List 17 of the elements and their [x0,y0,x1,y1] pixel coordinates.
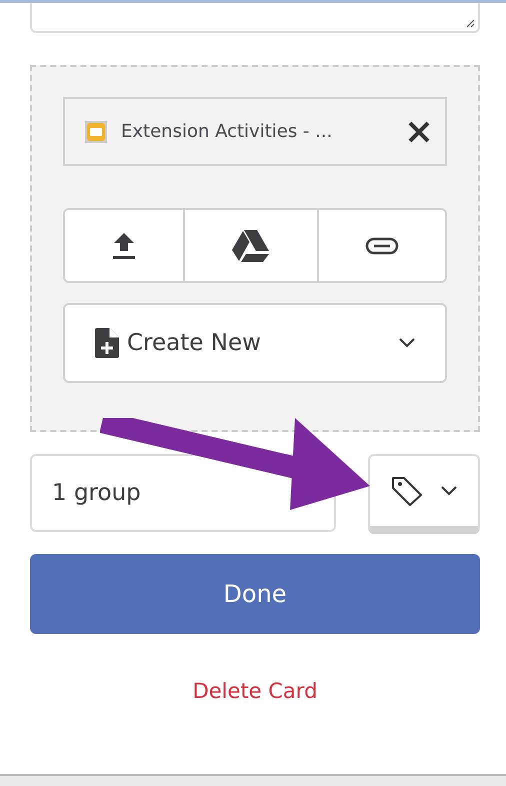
attachment-title: Extension Activities - ... [121,121,334,142]
new-file-icon [95,328,119,358]
text-area-field[interactable] [30,3,480,33]
upload-icon [112,230,136,260]
create-new-dropdown[interactable]: Create New [63,303,447,383]
resize-grip-icon[interactable] [465,18,475,28]
chevron-down-icon [441,486,457,496]
drive-icon [232,230,270,262]
slides-file-icon [85,120,107,142]
done-button[interactable]: Done [30,554,480,634]
tag-icon [391,476,423,506]
delete-card-link[interactable]: Delete Card [192,679,318,703]
link-icon [365,236,399,254]
tag-dropdown-button[interactable] [368,454,480,534]
upload-button[interactable] [65,210,185,281]
chevron-down-icon [399,338,415,348]
close-icon[interactable] [407,120,431,144]
